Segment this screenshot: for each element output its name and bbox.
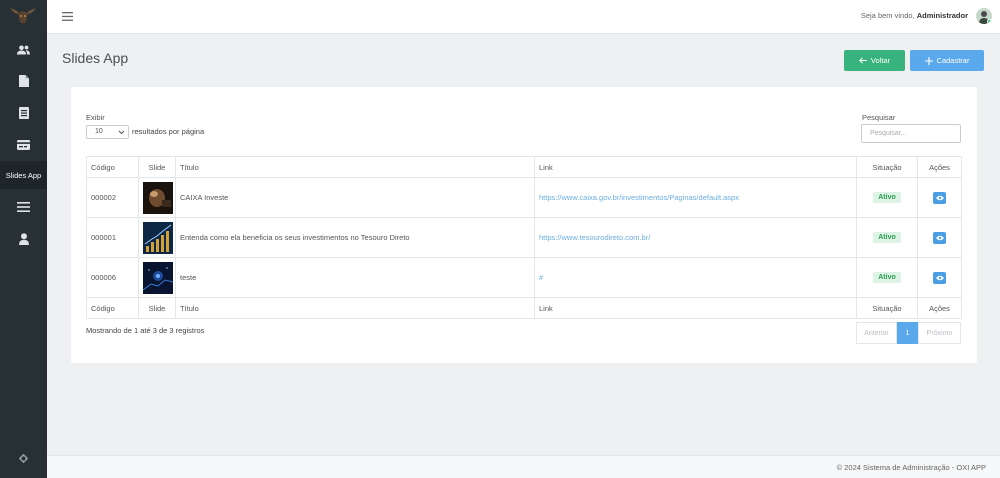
table-row: 000001 Entenda como ela beneficia os seu… [86, 217, 962, 258]
new-button[interactable]: Cadastrar [910, 50, 984, 71]
column-footer-status: Situação [856, 297, 918, 319]
footer-text: © 2024 Sistema de Administração - OXI AP… [836, 463, 986, 472]
column-header-link[interactable]: Link [534, 156, 857, 178]
per-page-label: resultados por página [132, 127, 205, 136]
row-code: 000006 [86, 257, 139, 298]
row-title: Entenda como ela beneficia os seus inves… [175, 217, 535, 258]
menu-icon [17, 202, 30, 212]
eye-icon [935, 235, 944, 240]
slides-card: Exibir 10 resultados por página Pesquisa… [71, 87, 977, 363]
row-actions [917, 217, 962, 258]
eye-icon [935, 195, 944, 200]
bull-logo-icon[interactable] [7, 5, 39, 27]
welcome-prefix: Seja bem vindo, [860, 11, 915, 20]
row-slide [138, 257, 176, 298]
show-label: Exibir [86, 113, 105, 122]
view-button[interactable] [933, 191, 946, 204]
back-button[interactable]: Voltar [844, 50, 905, 71]
sidebar-item-menu[interactable] [0, 193, 47, 221]
column-header-slide[interactable]: Slide [138, 156, 176, 178]
search-label: Pesquisar [862, 113, 896, 122]
status-badge: Ativo [873, 272, 901, 283]
menu-toggle-button[interactable] [62, 12, 73, 23]
row-link-cell: # [534, 257, 857, 298]
row-code: 000002 [86, 177, 139, 218]
users-icon [17, 45, 30, 55]
row-actions [917, 177, 962, 218]
pagination-next[interactable]: Próximo [918, 322, 961, 344]
row-actions [917, 257, 962, 298]
slide-thumbnail[interactable] [143, 261, 173, 294]
row-link[interactable]: # [539, 273, 543, 282]
plus-icon [924, 56, 933, 65]
table-row: 000006 teste # Ativo [86, 257, 962, 298]
back-button-label: Voltar [870, 56, 891, 65]
slide-thumbnail[interactable] [143, 181, 173, 214]
table-header-row: Código Slide Título Link Situação Ações [86, 156, 962, 178]
records-info: Mostrando de 1 até 3 de 3 registros [86, 326, 205, 335]
file-icon [18, 75, 29, 87]
table-row: 000002 CAIXA Investe https://www.caixa.g… [86, 177, 962, 218]
eye-icon [935, 275, 944, 280]
sidebar-item-slides-app[interactable]: Slides App [0, 161, 47, 189]
pagination-page-1[interactable]: 1 [897, 322, 918, 344]
column-footer-actions: Ações [917, 297, 962, 319]
page-length-select[interactable]: 10 [86, 125, 129, 139]
table-footer-row: Código Slide Título Link Situação Ações [86, 297, 962, 319]
search-input[interactable] [861, 124, 961, 143]
hamburger-icon [62, 12, 73, 21]
column-header-code[interactable]: Código [86, 156, 139, 178]
page-length-value: 10 [95, 128, 103, 135]
column-header-status[interactable]: Situação [856, 156, 918, 178]
top-bar: Seja bem vindo, Administrador [47, 0, 1000, 34]
row-link[interactable]: https://www.tesourodireto.com.br/ [539, 233, 650, 242]
sidebar-item-files[interactable] [0, 67, 47, 95]
row-title: CAIXA Investe [175, 177, 535, 218]
sidebar-item-documents[interactable] [0, 99, 47, 127]
column-footer-slide: Slide [138, 297, 176, 319]
row-status-cell: Ativo [856, 257, 918, 298]
status-badge: Ativo [873, 232, 901, 243]
footer: © 2024 Sistema de Administração - OXI AP… [47, 455, 1000, 478]
column-footer-code: Código [86, 297, 139, 319]
welcome-text: Seja bem vindo, Administrador [861, 11, 968, 20]
user-name: Administrador [916, 11, 968, 20]
row-slide [138, 217, 176, 258]
row-title: teste [175, 257, 535, 298]
row-status-cell: Ativo [856, 177, 918, 218]
sidebar-item-user[interactable] [0, 225, 47, 253]
sidebar-item-cards[interactable] [0, 131, 47, 159]
document-icon [18, 107, 29, 119]
row-link[interactable]: https://www.caixa.gov.br/investimentos/P… [539, 193, 739, 202]
avatar[interactable] [976, 8, 992, 24]
row-code: 000001 [86, 217, 139, 258]
row-link-cell: https://www.tesourodireto.com.br/ [534, 217, 857, 258]
slides-table: Código Slide Título Link Situação Ações … [86, 156, 962, 319]
pagination: Anterior 1 Próximo [856, 322, 961, 344]
sidebar-settings[interactable] [0, 444, 47, 472]
online-status-dot [987, 19, 992, 24]
page-title: Slides App [62, 50, 129, 66]
arrow-left-icon [858, 57, 867, 64]
pagination-previous[interactable]: Anterior [856, 322, 897, 344]
column-footer-link: Link [534, 297, 857, 319]
status-badge: Ativo [873, 192, 901, 203]
user-icon [18, 233, 29, 245]
sidebar-item-users[interactable] [0, 36, 47, 64]
chevron-down-icon [118, 130, 125, 135]
sidebar: Slides App [0, 0, 47, 478]
view-button[interactable] [933, 271, 946, 284]
row-status-cell: Ativo [856, 217, 918, 258]
slide-thumbnail[interactable] [143, 221, 173, 254]
row-link-cell: https://www.caixa.gov.br/investimentos/P… [534, 177, 857, 218]
gear-icon [19, 453, 28, 463]
sidebar-item-label: Slides App [5, 170, 42, 180]
card-icon [17, 140, 30, 150]
column-footer-title: Título [175, 297, 535, 319]
view-button[interactable] [933, 231, 946, 244]
row-slide [138, 177, 176, 218]
column-header-actions: Ações [917, 156, 962, 178]
column-header-title[interactable]: Título [175, 156, 535, 178]
new-button-label: Cadastrar [936, 56, 970, 65]
